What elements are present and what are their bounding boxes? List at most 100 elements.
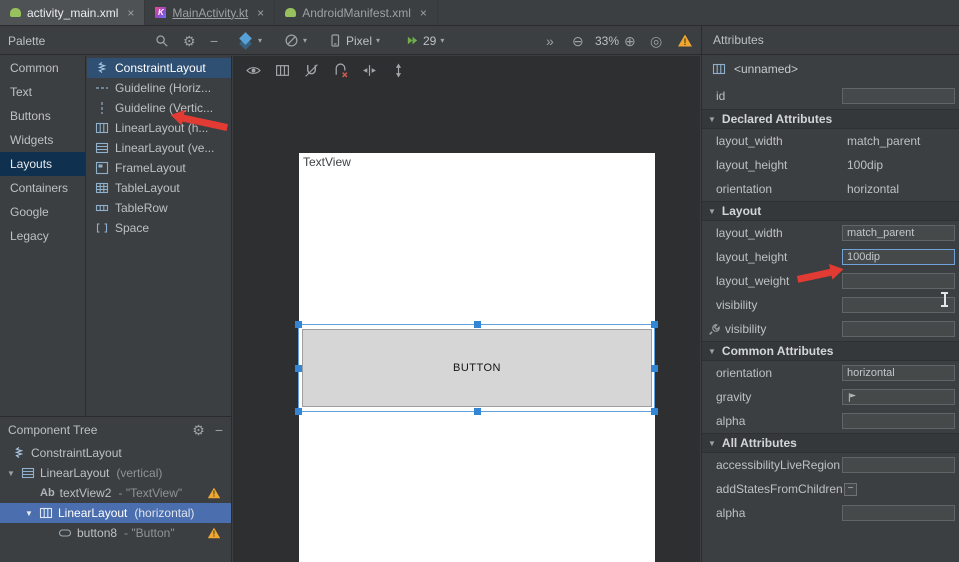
- expand-arrow-icon[interactable]: ▼: [6, 469, 16, 478]
- resize-handle-bottom-center[interactable]: [474, 408, 481, 415]
- resize-handle-top-center[interactable]: [474, 321, 481, 328]
- category-buttons[interactable]: Buttons: [0, 104, 85, 128]
- zoom-out-icon[interactable]: ⊖: [572, 26, 584, 55]
- palette-item-space[interactable]: Space: [87, 218, 231, 238]
- gear-icon[interactable]: ⚙: [192, 423, 205, 437]
- resize-handle-bottom-left[interactable]: [295, 408, 302, 415]
- layout-width-input[interactable]: match_parent: [842, 225, 955, 241]
- zoom-to-fit-icon[interactable]: ◎: [650, 26, 662, 55]
- autoconnect-off-button[interactable]: [303, 62, 319, 78]
- tree-node-linearlayout-vertical[interactable]: ▼ LinearLayout (vertical): [0, 463, 231, 483]
- tree-node-button8[interactable]: button8 - "Button" !: [0, 523, 231, 543]
- category-legacy[interactable]: Legacy: [0, 224, 85, 248]
- design-surface-mode-button[interactable]: ▾: [238, 26, 262, 55]
- alpha-input[interactable]: [842, 413, 955, 429]
- hide-panel-icon[interactable]: −: [215, 423, 223, 437]
- attribute-value[interactable]: match_parent: [847, 134, 920, 148]
- hide-panel-icon[interactable]: −: [210, 26, 218, 55]
- tree-node-constraintlayout[interactable]: ConstraintLayout: [0, 443, 231, 463]
- textview-icon: Ab: [40, 487, 55, 499]
- component-name: <unnamed>: [734, 62, 798, 76]
- category-layouts[interactable]: Layouts: [0, 152, 85, 176]
- gravity-input[interactable]: [842, 389, 955, 405]
- addstatesfromchildren-checkbox[interactable]: −: [844, 483, 857, 496]
- palette-item-tablerow[interactable]: TableRow: [87, 198, 231, 218]
- palette-item-guideline-vertical[interactable]: Guideline (Vertic...: [87, 98, 231, 118]
- tab-activity-main-xml[interactable]: activity_main.xml ×: [0, 0, 145, 25]
- palette-item-tablelayout[interactable]: TableLayout: [87, 178, 231, 198]
- category-common[interactable]: Common: [0, 56, 85, 80]
- canvas-textview[interactable]: TextView: [303, 155, 351, 169]
- expand-arrow-icon[interactable]: ▼: [24, 509, 34, 518]
- align-horizontal-button[interactable]: [361, 62, 377, 78]
- linearlayout-horizontal-icon: [39, 506, 53, 520]
- accessibilityliveregion-input[interactable]: [842, 457, 955, 473]
- close-icon[interactable]: ×: [257, 6, 264, 20]
- resize-handle-top-right[interactable]: [651, 321, 658, 328]
- linearlayout-vertical-icon: [95, 141, 109, 155]
- space-icon: [95, 221, 109, 235]
- id-input[interactable]: [842, 88, 955, 104]
- section-common-attributes[interactable]: ▼ Common Attributes: [702, 341, 959, 361]
- category-containers[interactable]: Containers: [0, 176, 85, 200]
- chevron-down-icon: ▾: [258, 36, 262, 45]
- toolbar-overflow-icon[interactable]: »: [546, 26, 554, 55]
- attribute-row: orientation horizontal: [702, 361, 959, 385]
- orientation-theme-button[interactable]: ▾: [284, 26, 307, 55]
- palette-item-constraintlayout[interactable]: ConstraintLayout: [87, 58, 231, 78]
- tab-mainactivity-kt[interactable]: K MainActivity.kt ×: [145, 0, 275, 25]
- section-declared-attributes[interactable]: ▼ Declared Attributes: [702, 109, 959, 129]
- collapse-arrow-icon: ▼: [708, 439, 716, 448]
- alpha-all-input[interactable]: [842, 505, 955, 521]
- surface-toolbar: [233, 56, 406, 84]
- layout-weight-input[interactable]: [842, 273, 955, 289]
- canvas-button[interactable]: BUTTON: [302, 329, 652, 407]
- device-selector[interactable]: Pixel ▾: [328, 26, 380, 55]
- tools-visibility-input[interactable]: [842, 321, 955, 337]
- resize-handle-top-left[interactable]: [295, 321, 302, 328]
- close-icon[interactable]: ×: [127, 6, 134, 20]
- resize-handle-bottom-right[interactable]: [651, 408, 658, 415]
- palette-item-framelayout[interactable]: FrameLayout: [87, 158, 231, 178]
- visibility-input[interactable]: [842, 297, 955, 313]
- close-icon[interactable]: ×: [420, 6, 427, 20]
- guideline-vertical-icon: [95, 101, 109, 115]
- layers-icon: [238, 33, 254, 49]
- attribute-value[interactable]: horizontal: [847, 182, 899, 196]
- tree-node-textview2[interactable]: Ab textView2 - "TextView" !: [0, 483, 231, 503]
- attribute-row: visibility: [702, 293, 959, 317]
- clear-constraints-button[interactable]: [332, 62, 348, 78]
- tree-node-linearlayout-horizontal[interactable]: ▼ LinearLayout (horizontal): [0, 503, 231, 523]
- view-options-button[interactable]: [245, 62, 261, 78]
- palette-item-guideline-horizontal[interactable]: Guideline (Horiz...: [87, 78, 231, 98]
- category-widgets[interactable]: Widgets: [0, 128, 85, 152]
- resize-handle-middle-right[interactable]: [651, 365, 658, 372]
- category-text[interactable]: Text: [0, 80, 85, 104]
- wrench-icon: [708, 323, 721, 336]
- category-google[interactable]: Google: [0, 200, 85, 224]
- tab-androidmanifest-xml[interactable]: AndroidManifest.xml ×: [275, 0, 438, 25]
- selected-component-header: <unnamed>: [702, 55, 959, 83]
- palette-item-linearlayout-horizontal[interactable]: LinearLayout (h...: [87, 118, 231, 138]
- section-layout[interactable]: ▼ Layout: [702, 201, 959, 221]
- attribute-row: layout_width match_parent: [702, 129, 959, 153]
- magnet-off-icon: [304, 63, 319, 78]
- layout-height-input[interactable]: 100dip: [842, 249, 955, 265]
- orientation-input[interactable]: horizontal: [842, 365, 955, 381]
- eye-icon: [246, 63, 261, 78]
- warnings-button[interactable]: !: [678, 26, 692, 55]
- warning-icon: !: [208, 528, 221, 539]
- tab-label: activity_main.xml: [27, 6, 118, 20]
- expand-vertical-button[interactable]: [390, 62, 406, 78]
- gear-icon[interactable]: ⚙: [183, 26, 196, 55]
- palette-item-linearlayout-vertical[interactable]: LinearLayout (ve...: [87, 138, 231, 158]
- device-label: Pixel: [346, 34, 372, 48]
- resize-handle-middle-left[interactable]: [295, 365, 302, 372]
- search-icon[interactable]: [155, 26, 169, 55]
- blueprint-toggle-button[interactable]: [274, 62, 290, 78]
- section-all-attributes[interactable]: ▼ All Attributes: [702, 433, 959, 453]
- api-version-selector[interactable]: 29 ▾: [406, 26, 444, 55]
- zoom-in-icon[interactable]: ⊕: [624, 26, 636, 55]
- tab-label: MainActivity.kt: [172, 6, 248, 20]
- attribute-value[interactable]: 100dip: [847, 158, 883, 172]
